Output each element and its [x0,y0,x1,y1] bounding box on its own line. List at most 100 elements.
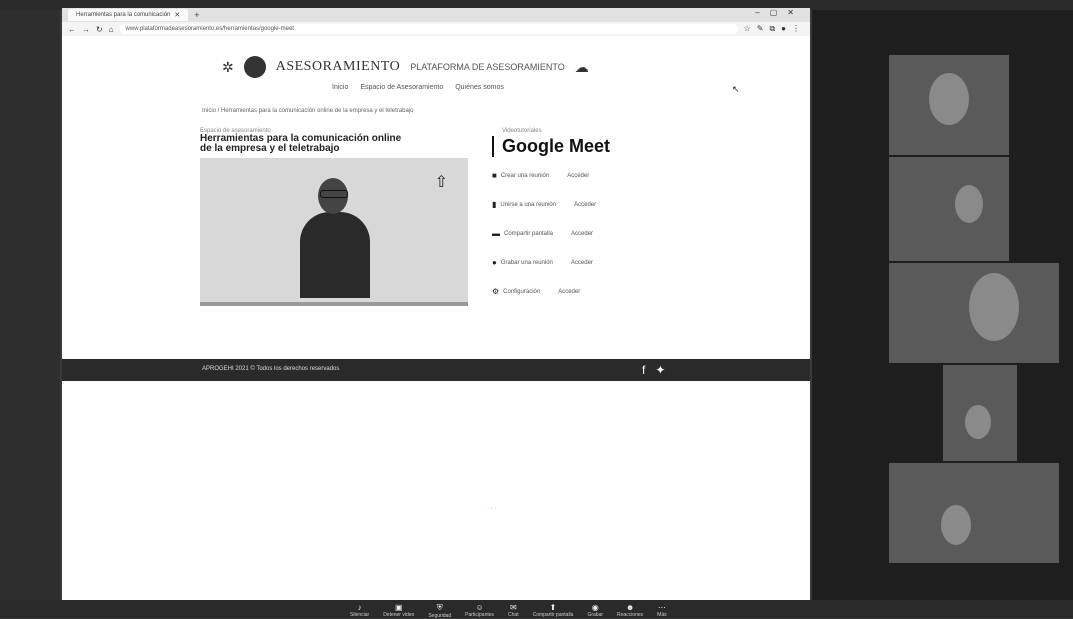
chat-icon: ✉ [509,603,517,612]
item-label: Configuración [503,288,541,295]
reactions-button[interactable]: ☻ Reacciones [617,603,643,619]
share-screen-button[interactable]: ⬆ Compartir pantalla [533,603,574,619]
browser-tab[interactable]: Herramientas para la comunicación ✕ [68,9,189,21]
item-action[interactable]: Acceder [571,260,593,266]
forward-icon[interactable]: → [82,25,90,34]
google-meet-panel: Videotutoriales Google Meet ■ Crear una … [492,128,722,316]
chat-button[interactable]: ✉ Chat [508,603,519,619]
main-menu: Inicio Espacio de Asesoramiento Quiénes … [332,84,504,91]
item-label: Crear una reunión [500,172,550,179]
tab-bar: Herramientas para la comunicación ✕ + – … [62,8,810,22]
security-button[interactable]: ⛨ Seguridad [428,603,451,619]
participant-video[interactable] [888,54,1010,156]
control-label: Más [657,612,667,618]
video-icon: ■ [492,171,497,180]
footer-copyright: APROGEHI 2021 © Todos los derechos reser… [202,366,340,372]
participant-face [929,73,969,125]
circle-logo-icon [243,56,266,78]
menu-item[interactable]: Quiénes somos [455,84,504,91]
share-icon: ⬆ [549,603,557,612]
more-icon: ⋯ [657,603,666,612]
control-label: Detener video [383,612,415,618]
smile-icon: ☻ [625,603,635,612]
mouse-cursor-icon: ↖ [732,84,740,94]
menu-item[interactable]: Espacio de Asesoramiento [360,84,443,91]
breadcrumb: Inicio / Herramientas para la comunicaci… [202,108,414,114]
url-bar[interactable]: www.plataformadeasesoramiento.es/herrami… [119,24,738,34]
participant-video[interactable] [888,156,1010,262]
list-item[interactable]: ⚙ Configuración Acceder [492,287,722,296]
control-label: Seguridad [428,613,452,619]
twitter-icon[interactable]: ✦ [655,363,665,377]
list-item[interactable]: ● Grabar una reunión Acceder [492,258,722,267]
facebook-icon[interactable]: f [642,363,645,377]
new-tab-icon[interactable]: + [194,10,199,20]
home-icon[interactable]: ⌂ [109,25,114,34]
video-player[interactable]: ⇧ [200,158,468,306]
item-action[interactable]: Acceder [574,202,596,208]
record-button[interactable]: ◉ Grabar [587,603,603,619]
close-icon[interactable]: ✕ [174,11,180,19]
gear-logo-icon: ✲ [222,58,234,75]
screen-icon: ▬ [492,229,500,238]
reload-icon[interactable]: ↻ [96,25,103,34]
item-action[interactable]: Acceder [558,289,580,295]
record-icon: ● [492,258,497,267]
control-label: Compartir pantalla [532,612,574,618]
list-item[interactable]: ▬ Compartir pantalla Acceder [492,229,722,238]
mute-button[interactable]: ♪ Silenciar [350,603,369,619]
star-icon[interactable]: ☆ [744,24,751,34]
loading-indicator: · · · [487,506,497,512]
participants-button[interactable]: ☺ Participantes [465,603,494,619]
menu-icon[interactable]: ⋮ [792,24,800,34]
participant-video[interactable] [888,462,1060,564]
video-title-line2: de la empresa y el teletrabajo [200,143,340,154]
site-header: ✲ ASESORAMIENTO PLATAFORMA DE ASESORAMIE… [222,56,589,78]
stop-video-button[interactable]: ▣ Detener video [383,603,414,619]
shield-icon: ⛨ [436,603,443,612]
profile-icon[interactable]: ● [781,24,786,34]
video-progress[interactable] [200,302,468,306]
puzzle-icon[interactable]: ⧉ [769,24,775,34]
url-text: www.plataformadeasesoramiento.es/herrami… [125,26,294,32]
site-brand: ASESORAMIENTO [275,59,401,74]
presenter-body [300,212,370,298]
participant-face [941,505,971,545]
extension-icon[interactable]: ✎ [757,24,764,34]
people-icon: ☺ [475,603,484,612]
participant-video[interactable] [942,364,1018,462]
cloud-logo-icon: ☁ [574,58,589,75]
panel-kicker: Videotutoriales [502,128,542,134]
participant-face [965,405,991,439]
item-action[interactable]: Acceder [571,231,593,237]
window-controls: – ▢ ✕ [755,8,794,17]
zoom-controls: ♪ Silenciar ▣ Detener video ⛨ Seguridad ☺ Pa… [350,603,667,619]
menu-item[interactable]: Inicio [332,84,348,91]
settings-icon: ⚙ [492,287,500,296]
upload-icon: ⇧ [434,174,448,191]
item-action[interactable]: Acceder [567,173,589,179]
record-icon: ◉ [591,603,599,612]
back-icon[interactable]: ← [68,25,76,34]
control-label: Silenciar [350,612,370,618]
window-close-icon[interactable]: ✕ [787,8,794,17]
list-item[interactable]: ■ Crear una reunión Acceder [492,171,722,180]
mic-icon: ♪ [357,603,362,612]
list-item[interactable]: ▮ Unirse a una reunión Acceder [492,200,722,209]
web-page: ✲ ASESORAMIENTO PLATAFORMA DE ASESORAMIE… [62,36,810,600]
participant-face [955,185,983,223]
glasses-icon [320,190,348,198]
minimize-icon[interactable]: – [755,8,759,17]
control-label: Reacciones [617,612,644,618]
tab-title: Herramientas para la comunicación [76,12,171,18]
more-button[interactable]: ⋯ Más [657,603,666,619]
presenter [300,178,370,298]
participant-video[interactable] [888,262,1060,364]
maximize-icon[interactable]: ▢ [770,8,778,17]
user-icon: ▮ [492,200,497,209]
address-row: ← → ↻ ⌂ www.plataformadeasesoramiento.es… [62,22,810,36]
participants-panel [812,10,1073,600]
site-footer: APROGEHI 2021 © Todos los derechos reser… [62,359,810,381]
item-label: Grabar una reunión [500,259,553,266]
control-label: Chat [508,612,519,618]
